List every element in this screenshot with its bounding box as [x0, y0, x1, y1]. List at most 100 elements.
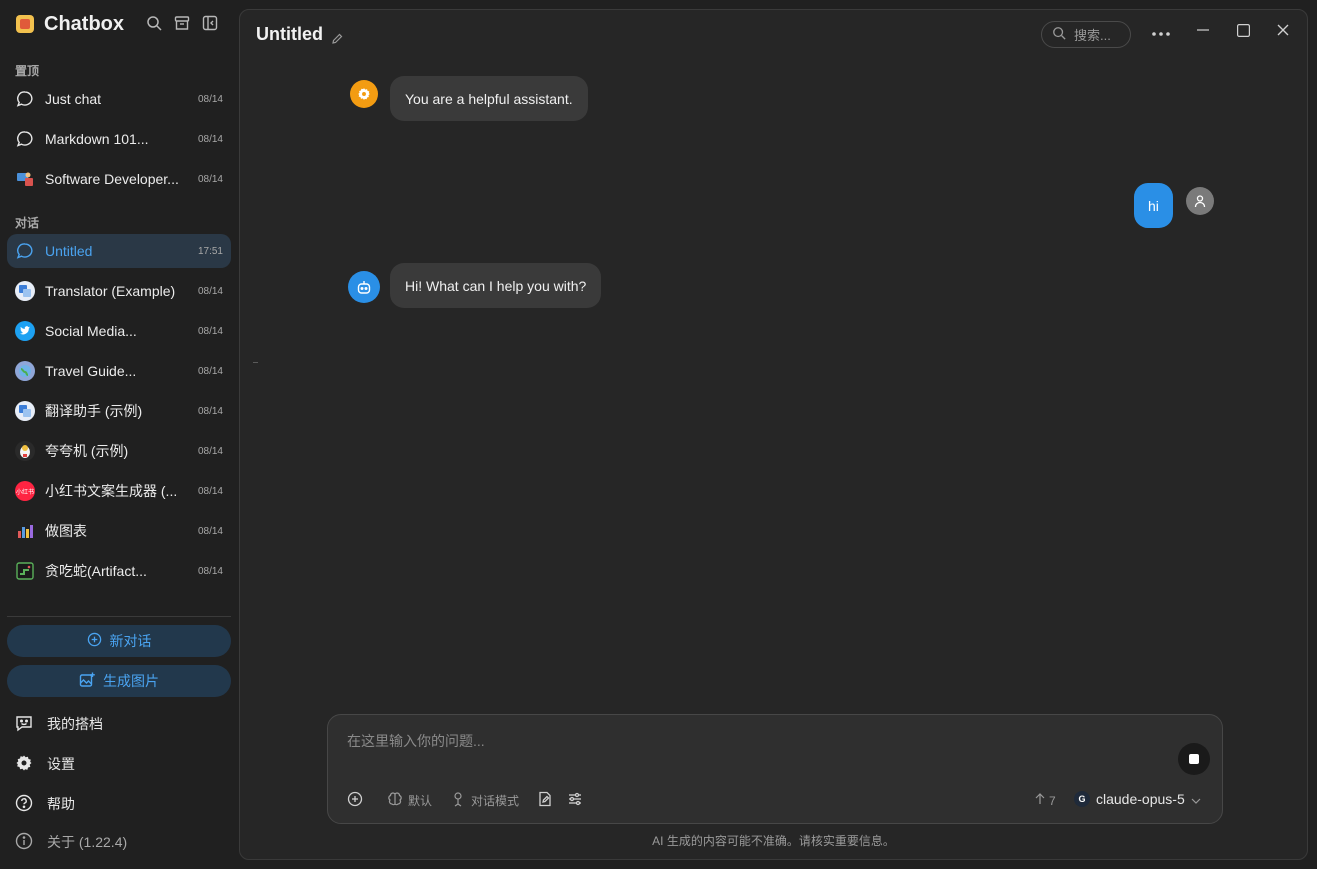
- image-plus-icon: [79, 672, 95, 691]
- system-avatar-icon: [350, 80, 378, 108]
- sidebar-item-date: 08/14: [197, 93, 223, 105]
- sidebar-item-software-developer[interactable]: Software Developer... 08/14: [7, 162, 231, 196]
- sidebar-item-label: Untitled: [45, 243, 93, 259]
- sidebar-item-date: 08/14: [197, 445, 223, 457]
- sidebar-item-translation-assistant[interactable]: 翻译助手 (示例) 08/14: [7, 394, 231, 428]
- arrow-up-icon: [1035, 793, 1045, 808]
- file-edit-icon: [537, 791, 553, 810]
- sidebar: Chatbox 置顶 Just chat 08/14 Markdown 101.…: [0, 0, 239, 869]
- disclaimer-text: AI 生成的内容可能不准确。请核实重要信息。: [652, 834, 895, 848]
- more-options-icon[interactable]: [1151, 24, 1171, 44]
- help-label: 帮助: [47, 796, 75, 812]
- sidebar-item-label: Translator (Example): [45, 283, 176, 299]
- system-message-bubble: You are a helpful assistant.: [390, 76, 588, 121]
- sidebar-item-markdown[interactable]: Markdown 101... 08/14: [7, 122, 231, 156]
- about-button[interactable]: 关于 (1.22.4): [15, 830, 127, 854]
- gear-icon: [15, 754, 33, 775]
- message-composer[interactable]: 在这里输入你的问题... 默认 对话模式 7 G claude-opus-5: [327, 714, 1223, 824]
- chat-mode-label: 对话模式: [471, 794, 520, 808]
- chat-bubble-icon: [15, 89, 35, 109]
- system-message-text: You are a helpful assistant.: [405, 90, 573, 107]
- sidebar-item-label: Markdown 101...: [45, 131, 149, 147]
- document-edit-button[interactable]: [537, 791, 553, 810]
- cheer-avatar-icon: [15, 441, 35, 461]
- twitter-bird-icon: [15, 321, 35, 341]
- plus-circle-icon: [87, 632, 102, 650]
- sidebar-item-label: 贪吃蛇(Artifact...: [45, 563, 147, 579]
- info-circle-icon: [15, 832, 33, 853]
- new-chat-button[interactable]: 新对话: [7, 625, 231, 657]
- chatbox-logo-icon: [16, 15, 34, 33]
- sidebar-item-label: Just chat: [45, 91, 102, 107]
- sidebar-item-date: 08/14: [197, 365, 223, 377]
- sidebar-item-make-chart[interactable]: 做图表 08/14: [7, 514, 231, 548]
- about-label: 关于 (1.22.4): [47, 834, 128, 850]
- sidebar-item-praise-bot[interactable]: 夸夸机 (示例) 08/14: [7, 434, 231, 468]
- settings-button[interactable]: 设置: [15, 752, 75, 776]
- generate-image-button[interactable]: 生成图片: [7, 665, 231, 697]
- knowledge-default-button[interactable]: 默认: [387, 791, 432, 810]
- close-icon[interactable]: [1273, 20, 1293, 40]
- translator-avatar-icon: [15, 401, 35, 421]
- settings-sliders-button[interactable]: [567, 791, 583, 810]
- sidebar-item-date: 08/14: [197, 485, 223, 497]
- sidebar-item-just-chat[interactable]: Just chat 08/14: [7, 82, 231, 116]
- new-chat-label: 新对话: [109, 633, 152, 649]
- collapse-sidebar-icon[interactable]: [202, 15, 218, 31]
- sidebar-item-label: Travel Guide...: [45, 363, 137, 379]
- sidebar-item-date: 17:51: [197, 245, 223, 257]
- plus-circle-icon: [347, 791, 363, 810]
- chat-panel: Untitled 搜索... You are a helpful assista…: [239, 9, 1308, 860]
- token-count: 7: [1035, 793, 1056, 808]
- sidebar-item-label: 小红书文案生成器 (...: [45, 483, 178, 499]
- chat-mode-button[interactable]: 对话模式: [450, 791, 519, 810]
- sidebar-item-date: 08/14: [197, 173, 223, 185]
- sidebar-item-social-media[interactable]: Social Media... 08/14: [7, 314, 231, 348]
- assistant-message-bubble: Hi! What can I help you with?: [390, 263, 602, 308]
- archive-icon[interactable]: [174, 15, 190, 31]
- chevron-down-icon: [1191, 791, 1201, 807]
- user-message-bubble: hi: [1134, 183, 1173, 228]
- pencil-icon[interactable]: [331, 29, 343, 44]
- sliders-icon: [567, 791, 583, 810]
- chat-bubble-icon: [15, 129, 35, 149]
- user-message-text: hi: [1148, 197, 1159, 214]
- attach-button[interactable]: [347, 791, 363, 810]
- search-input[interactable]: 搜索...: [1041, 21, 1131, 48]
- brain-icon: [387, 791, 403, 810]
- search-icon[interactable]: [146, 15, 162, 31]
- page-title: Untitled: [256, 24, 323, 44]
- copilot-smile-icon: [15, 714, 33, 735]
- sidebar-item-date: 08/14: [197, 325, 223, 337]
- sidebar-item-label: Software Developer...: [45, 171, 179, 187]
- sidebar-item-label: Social Media...: [45, 323, 137, 339]
- sidebar-item-translator[interactable]: Translator (Example) 08/14: [7, 274, 231, 308]
- chat-bubble-icon: [15, 241, 35, 261]
- developer-avatar-icon: [15, 169, 35, 189]
- chats-section-label: 对话: [15, 216, 40, 230]
- settings-label: 设置: [47, 756, 75, 772]
- bar-chart-icon: [15, 521, 35, 541]
- search-placeholder: 搜索...: [1074, 28, 1111, 43]
- snake-game-icon: [15, 561, 35, 581]
- maximize-icon[interactable]: [1233, 20, 1253, 40]
- minimize-icon[interactable]: [1193, 20, 1213, 40]
- default-label: 默认: [408, 794, 433, 808]
- stop-icon: [1189, 754, 1199, 764]
- sidebar-item-label: 做图表: [45, 523, 87, 539]
- help-button[interactable]: 帮助: [15, 792, 75, 816]
- sidebar-item-label: 夸夸机 (示例): [45, 443, 129, 459]
- sidebar-item-snake-game[interactable]: 贪吃蛇(Artifact... 08/14: [7, 554, 231, 588]
- sidebar-item-date: 08/14: [197, 285, 223, 297]
- search-icon: [1052, 26, 1066, 43]
- message-input[interactable]: 在这里输入你的问题...: [347, 731, 485, 751]
- xiaohongshu-logo-icon: 小红书: [15, 481, 35, 501]
- sidebar-item-untitled[interactable]: Untitled 17:51: [7, 234, 231, 268]
- sidebar-item-xiaohongshu[interactable]: 小红书 小红书文案生成器 (... 08/14: [7, 474, 231, 508]
- stop-generation-button[interactable]: [1178, 743, 1210, 775]
- sidebar-item-date: 08/14: [197, 565, 223, 577]
- my-copilots-button[interactable]: 我的搭档: [15, 712, 103, 736]
- chat-title[interactable]: Untitled: [256, 24, 343, 45]
- model-selector[interactable]: G claude-opus-5: [1074, 791, 1201, 807]
- sidebar-item-travel-guide[interactable]: Travel Guide... 08/14: [7, 354, 231, 388]
